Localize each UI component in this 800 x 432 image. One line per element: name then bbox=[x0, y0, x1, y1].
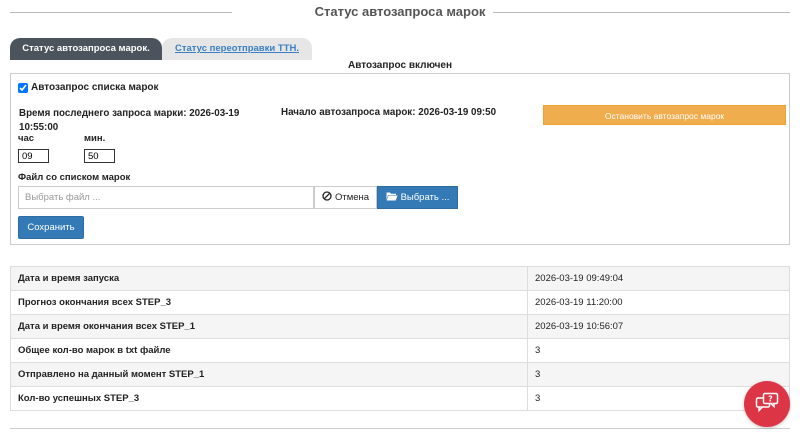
last-request-time: Время последнего запроса марки: 2026-03-… bbox=[19, 108, 240, 133]
choose-file-button[interactable]: Выбрать ... bbox=[377, 186, 458, 209]
svg-text:?: ? bbox=[768, 394, 773, 403]
table-row: Общее кол-во марок в txt файле 3 bbox=[10, 338, 790, 363]
autorequest-checkbox[interactable] bbox=[18, 82, 28, 93]
stop-autorequest-button[interactable]: Остановить автозапрос марок bbox=[543, 105, 786, 125]
file-label: Файл со списком марок bbox=[18, 172, 131, 183]
tab-autorequest-status[interactable]: Статус автозапроса марок. bbox=[10, 38, 162, 60]
table-row-value: 3 bbox=[527, 338, 790, 363]
table-row-value: 2026-03-19 09:49:04 bbox=[527, 266, 790, 291]
chat-question-icon: ? bbox=[755, 392, 779, 417]
autorequest-checkbox-label: Автозапрос списка марок bbox=[31, 82, 159, 93]
page-title: Статус автозапроса марок bbox=[306, 4, 494, 19]
hour-label: час bbox=[18, 133, 35, 144]
table-row-key: Общее кол-во марок в txt файле bbox=[10, 338, 528, 363]
folder-open-icon bbox=[386, 191, 398, 204]
settings-panel: Автозапрос списка марок Время последнего… bbox=[10, 73, 790, 245]
bottom-divider bbox=[10, 428, 790, 429]
file-input[interactable]: Выбрать файл ... bbox=[18, 186, 314, 209]
table-row: Отправлено на данный момент STEP_1 3 bbox=[10, 362, 790, 387]
save-button[interactable]: Сохранить bbox=[18, 216, 84, 239]
autorequest-start-time: Начало автозапроса марок: 2026-03-19 09:… bbox=[281, 107, 497, 118]
ban-icon bbox=[322, 191, 332, 204]
table-row-key: Кол-во успешных STEP_3 bbox=[10, 386, 528, 411]
table-row: Кол-во успешных STEP_3 3 bbox=[10, 386, 790, 411]
tab-resend-ttn-status[interactable]: Статус переотправки ТТН. bbox=[162, 38, 312, 60]
table-row-value: 3 bbox=[527, 362, 790, 387]
minute-input[interactable] bbox=[84, 149, 115, 163]
status-table: Дата и время запуска 2026-03-19 09:49:04 … bbox=[10, 266, 790, 411]
autorequest-checkbox-row[interactable]: Автозапрос списка марок bbox=[18, 82, 159, 93]
table-row-key: Отправлено на данный момент STEP_1 bbox=[10, 362, 528, 387]
minute-label: мин. bbox=[84, 133, 106, 144]
table-row-value: 2026-03-19 10:56:07 bbox=[527, 314, 790, 339]
autorequest-status-text: Автозапрос включен bbox=[347, 60, 453, 71]
table-row-key: Дата и время запуска bbox=[10, 266, 528, 291]
cancel-file-button[interactable]: Отмена bbox=[314, 186, 377, 209]
cancel-file-label: Отмена bbox=[334, 192, 370, 203]
help-chat-button[interactable]: ? bbox=[744, 381, 790, 427]
choose-file-label: Выбрать ... bbox=[400, 192, 450, 203]
table-row: Дата и время запуска 2026-03-19 09:49:04 bbox=[10, 266, 790, 291]
table-row-key: Дата и время окончания всех STEP_1 bbox=[10, 314, 528, 339]
table-row-value: 2026-03-19 11:20:00 bbox=[527, 290, 790, 315]
hour-input[interactable] bbox=[18, 149, 49, 163]
page-header: Статус автозапроса марок bbox=[0, 0, 800, 26]
table-row-key: Прогноз окончания всех STEP_3 bbox=[10, 290, 528, 315]
table-row: Прогноз окончания всех STEP_3 2026-03-19 … bbox=[10, 290, 790, 315]
table-row: Дата и время окончания всех STEP_1 2026-0… bbox=[10, 314, 790, 339]
